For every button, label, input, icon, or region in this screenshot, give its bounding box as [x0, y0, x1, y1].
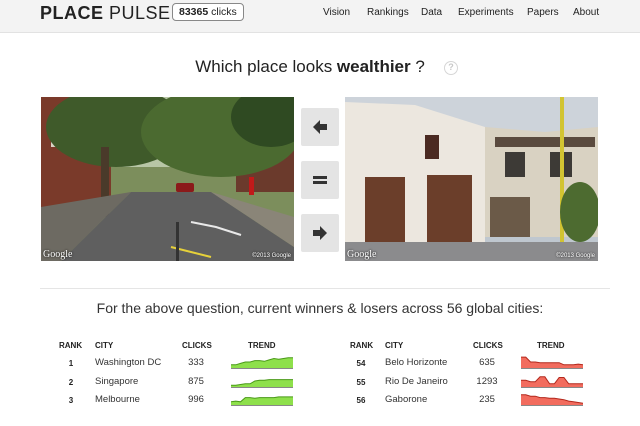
winner-city-link[interactable]: Singapore: [95, 376, 138, 387]
right-place-image[interactable]: Google ©2013 Google: [345, 97, 598, 261]
arrow-left-icon: [313, 120, 327, 134]
winner-rank: 2: [68, 378, 74, 387]
winners-city-header: CITY: [95, 341, 114, 350]
loser-trend-sparkline: [521, 376, 583, 388]
trend-area: [231, 379, 293, 388]
loser-clicks: 235: [479, 394, 495, 405]
help-icon[interactable]: ?: [444, 61, 458, 75]
loser-city-link[interactable]: Gaborone: [385, 394, 427, 405]
image-copyright: ©2013 Google: [252, 253, 291, 259]
winner-rank: 1: [68, 359, 74, 368]
winner-rank: 3: [68, 396, 74, 405]
loser-rank: 56: [356, 396, 366, 405]
winner-clicks: 996: [188, 394, 204, 405]
google-watermark: Google: [347, 249, 377, 260]
nav-papers[interactable]: Papers: [527, 7, 559, 18]
loser-clicks: 635: [479, 357, 495, 368]
nav-experiments[interactable]: Experiments: [458, 7, 514, 18]
nav-vision[interactable]: Vision: [323, 7, 350, 18]
nav-data[interactable]: Data: [421, 7, 442, 18]
winners-clicks-header: CLICKS: [182, 341, 212, 350]
section-divider: [40, 288, 610, 289]
loser-rank: 54: [356, 359, 366, 368]
winners-trend-header: TREND: [248, 341, 276, 350]
winner-city-link[interactable]: Melbourne: [95, 394, 140, 405]
winner-trend-sparkline: [231, 357, 293, 369]
winner-clicks: 333: [188, 357, 204, 368]
question-attribute: wealthier: [336, 57, 411, 76]
equal-button[interactable]: [301, 161, 339, 199]
losers-rank-header: RANK: [350, 341, 374, 350]
left-place-image[interactable]: Google ©2013 Google: [41, 97, 294, 261]
question-heading: Which place looks wealthier ?: [195, 57, 425, 76]
equal-icon: [313, 176, 327, 184]
winners-rank-header: RANK: [59, 341, 83, 350]
nav-rankings[interactable]: Rankings: [367, 7, 409, 18]
winner-clicks: 875: [188, 376, 204, 387]
image-copyright: ©2013 Google: [556, 253, 595, 259]
clicks-count: 83365: [179, 6, 209, 18]
loser-city-link[interactable]: Belo Horizonte: [385, 357, 447, 368]
trend-area: [521, 376, 583, 388]
choose-left-button[interactable]: [301, 108, 339, 146]
choose-right-button[interactable]: [301, 214, 339, 252]
arrow-right-icon: [313, 226, 327, 240]
winner-trend-sparkline: [231, 379, 293, 388]
winner-city-link[interactable]: Washington DC: [95, 357, 161, 368]
loser-trend-sparkline: [521, 394, 583, 406]
top-bar: PLACE PULSE 83365 clicks Vision Rankings…: [0, 0, 640, 33]
losers-clicks-header: CLICKS: [473, 341, 503, 350]
nav-about[interactable]: About: [573, 7, 599, 18]
losers-city-header: CITY: [385, 341, 404, 350]
loser-trend-sparkline: [521, 356, 583, 369]
clicks-counter-badge: 83365 clicks: [172, 3, 244, 21]
loser-city-link[interactable]: Rio De Janeiro: [385, 376, 448, 387]
winner-trend-sparkline: [231, 396, 293, 406]
site-logo[interactable]: PLACE PULSE: [40, 3, 171, 24]
loser-clicks: 1293: [476, 376, 498, 387]
loser-rank: 55: [356, 378, 366, 387]
rankings-summary: For the above question, current winners …: [96, 300, 544, 316]
google-watermark: Google: [43, 249, 73, 260]
losers-trend-header: TREND: [537, 341, 565, 350]
